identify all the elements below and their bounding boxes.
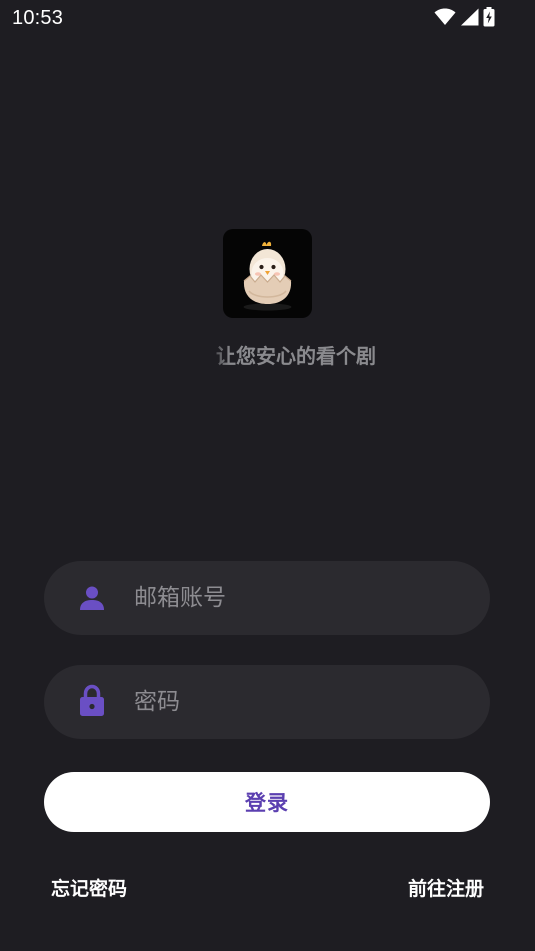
lock-icon [78,684,106,718]
person-icon [78,584,106,612]
app-logo [223,229,312,318]
cell-signal-icon [460,8,479,26]
slogan-fade [170,338,230,368]
status-time: 10:53 [12,7,64,29]
email-input[interactable] [134,561,464,635]
battery-charging-icon [483,7,495,27]
email-field[interactable] [44,561,490,635]
forgot-password-link[interactable]: 忘记密码 [51,874,127,901]
login-button[interactable]: 登录 [44,772,490,832]
status-bar: 10:53 [0,0,535,38]
slogan-text: 让您安心的看个剧 [216,344,376,368]
register-link[interactable]: 前往注册 [408,874,484,901]
password-input[interactable] [134,665,464,739]
app-slogan: 让您安心的看个剧 [170,338,376,368]
status-icons [434,7,495,27]
wifi-icon [434,8,456,26]
chick-in-egg-icon [223,229,312,318]
password-field[interactable] [44,665,490,739]
